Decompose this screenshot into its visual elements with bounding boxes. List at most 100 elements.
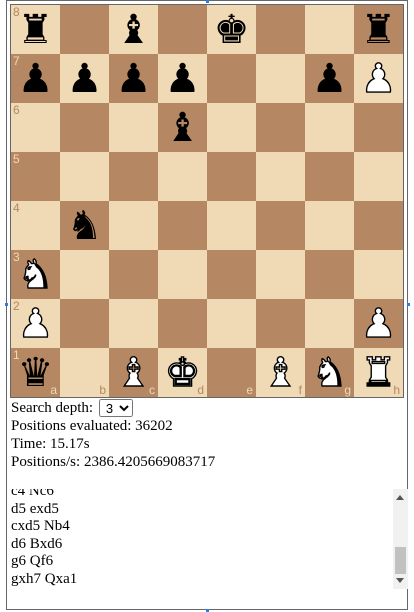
white-bishop-icon[interactable]: ♝: [115, 352, 152, 393]
rank-label: 6: [13, 103, 20, 117]
square-a5[interactable]: 5: [11, 152, 60, 201]
square-g2[interactable]: [305, 299, 354, 348]
square-d1[interactable]: d ♚: [158, 348, 207, 397]
white-pawn-icon[interactable]: ♟: [360, 58, 397, 99]
square-f8[interactable]: [256, 5, 305, 54]
square-e7[interactable]: [207, 54, 256, 103]
square-g5[interactable]: [305, 152, 354, 201]
black-pawn-icon[interactable]: ♟: [165, 59, 201, 99]
chess-board[interactable]: 8 ♜ ♝ ♚ ♜ 7 ♟ ♟ ♟ ♟ ♟ ♟ 6 ♝ 5 4 ♞ 3 ♞ 2 ♟ ♟ 1 a ♛ b c ♝ d ♚ e f ♝ g ♞ h ♜: [10, 4, 404, 398]
black-knight-icon[interactable]: ♞: [67, 206, 103, 246]
square-d5[interactable]: [158, 152, 207, 201]
square-c8[interactable]: ♝: [109, 5, 158, 54]
square-e8[interactable]: ♚: [207, 5, 256, 54]
square-d7[interactable]: ♟: [158, 54, 207, 103]
square-a1[interactable]: 1 a ♛: [11, 348, 60, 397]
black-king-icon[interactable]: ♚: [214, 10, 250, 50]
black-pawn-icon[interactable]: ♟: [67, 59, 103, 99]
square-b8[interactable]: [60, 5, 109, 54]
square-g3[interactable]: [305, 250, 354, 299]
square-g4[interactable]: [305, 201, 354, 250]
square-g6[interactable]: [305, 103, 354, 152]
square-f6[interactable]: [256, 103, 305, 152]
black-pawn-icon[interactable]: ♟: [116, 59, 152, 99]
square-f2[interactable]: [256, 299, 305, 348]
move-list[interactable]: c4 Nc6 d5 exd5 cxd5 Nb4 d6 Bxd6 g6 Qf6 gxh7 Q…: [11, 489, 408, 589]
square-f3[interactable]: [256, 250, 305, 299]
square-e3[interactable]: [207, 250, 256, 299]
square-e6[interactable]: [207, 103, 256, 152]
square-b5[interactable]: [60, 152, 109, 201]
square-a8[interactable]: 8 ♜: [11, 5, 60, 54]
square-c6[interactable]: [109, 103, 158, 152]
square-b7[interactable]: ♟: [60, 54, 109, 103]
square-e1[interactable]: e: [207, 348, 256, 397]
file-label: e: [246, 383, 253, 397]
move-list-scrollbar[interactable]: [393, 489, 408, 589]
black-pawn-icon[interactable]: ♟: [312, 59, 348, 99]
square-h7[interactable]: ♟: [354, 54, 403, 103]
move-row: g6 Qf6: [11, 553, 54, 569]
square-c5[interactable]: [109, 152, 158, 201]
search-depth-select[interactable]: 3: [98, 399, 133, 417]
black-pawn-icon[interactable]: ♟: [18, 59, 54, 99]
square-f7[interactable]: [256, 54, 305, 103]
resize-handle-left[interactable]: [5, 303, 8, 306]
white-knight-icon[interactable]: ♞: [311, 352, 348, 393]
square-b3[interactable]: [60, 250, 109, 299]
square-h1[interactable]: h ♜: [354, 348, 403, 397]
square-f1[interactable]: f ♝: [256, 348, 305, 397]
black-rook-icon[interactable]: ♜: [361, 10, 397, 50]
square-e4[interactable]: [207, 201, 256, 250]
square-h4[interactable]: [354, 201, 403, 250]
square-d4[interactable]: [158, 201, 207, 250]
square-c1[interactable]: c ♝: [109, 348, 158, 397]
square-c2[interactable]: [109, 299, 158, 348]
square-a3[interactable]: 3 ♞: [11, 250, 60, 299]
chevron-up-icon[interactable]: [396, 495, 404, 500]
square-b6[interactable]: [60, 103, 109, 152]
white-pawn-icon[interactable]: ♟: [360, 303, 397, 344]
square-e2[interactable]: [207, 299, 256, 348]
square-h6[interactable]: [354, 103, 403, 152]
square-c7[interactable]: ♟: [109, 54, 158, 103]
square-b2[interactable]: [60, 299, 109, 348]
square-h3[interactable]: [354, 250, 403, 299]
square-h2[interactable]: ♟: [354, 299, 403, 348]
resize-handle-top[interactable]: [206, 0, 209, 3]
square-d6[interactable]: ♝: [158, 103, 207, 152]
square-c4[interactable]: [109, 201, 158, 250]
positions-per-second: Positions/s: 2386.4205669083717: [11, 454, 216, 470]
black-bishop-icon[interactable]: ♝: [165, 108, 201, 148]
square-h5[interactable]: [354, 152, 403, 201]
square-d2[interactable]: [158, 299, 207, 348]
square-a7[interactable]: 7 ♟: [11, 54, 60, 103]
white-rook-icon[interactable]: ♜: [360, 352, 397, 393]
square-d8[interactable]: [158, 5, 207, 54]
chevron-down-icon[interactable]: [396, 578, 404, 583]
square-f4[interactable]: [256, 201, 305, 250]
square-g1[interactable]: g ♞: [305, 348, 354, 397]
black-rook-icon[interactable]: ♜: [18, 10, 54, 50]
square-a4[interactable]: 4: [11, 201, 60, 250]
black-bishop-icon[interactable]: ♝: [116, 10, 152, 50]
square-e5[interactable]: [207, 152, 256, 201]
move-row: d6 Bxd6: [11, 535, 63, 552]
square-b1[interactable]: b: [60, 348, 109, 397]
square-g8[interactable]: [305, 5, 354, 54]
white-king-icon[interactable]: ♚: [164, 352, 201, 393]
white-knight-icon[interactable]: ♞: [17, 254, 54, 295]
resize-handle-right[interactable]: [407, 303, 410, 306]
square-h8[interactable]: ♜: [354, 5, 403, 54]
black-queen-icon[interactable]: ♛: [18, 353, 54, 393]
square-f5[interactable]: [256, 152, 305, 201]
square-a2[interactable]: 2 ♟: [11, 299, 60, 348]
white-bishop-icon[interactable]: ♝: [262, 352, 299, 393]
square-g7[interactable]: ♟: [305, 54, 354, 103]
white-pawn-icon[interactable]: ♟: [17, 303, 54, 344]
square-d3[interactable]: [158, 250, 207, 299]
square-c3[interactable]: [109, 250, 158, 299]
scrollbar-thumb[interactable]: [395, 547, 406, 574]
square-b4[interactable]: ♞: [60, 201, 109, 250]
square-a6[interactable]: 6: [11, 103, 60, 152]
